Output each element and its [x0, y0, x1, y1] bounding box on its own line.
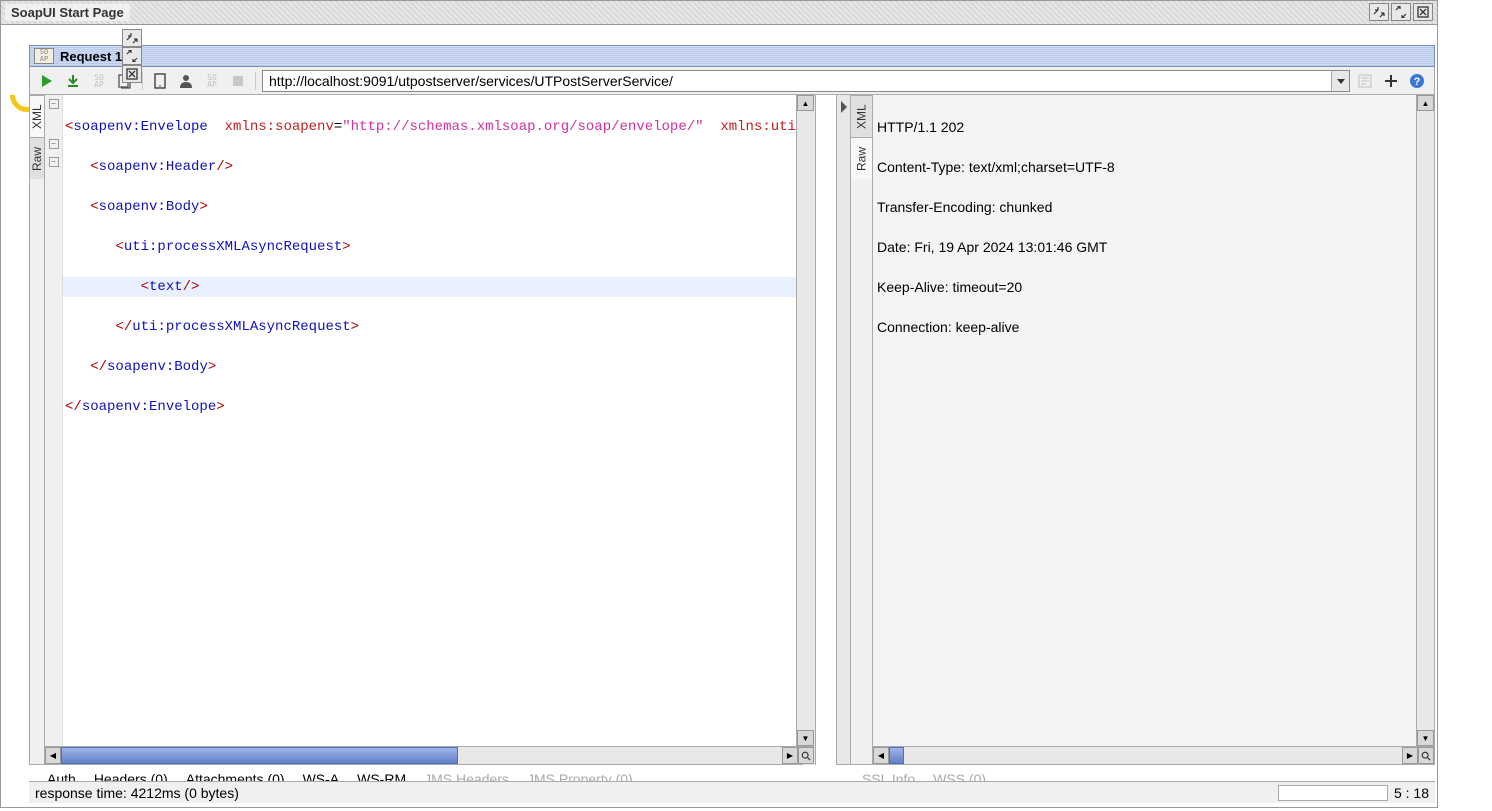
scroll-up-icon[interactable]: ▲: [1417, 95, 1434, 111]
scroll-right-icon[interactable]: ▶: [782, 747, 798, 764]
soap-config2-button[interactable]: SOAP: [201, 70, 223, 92]
scroll-right-icon[interactable]: ▶: [1402, 747, 1418, 764]
request-panel: SO AP Request 1 SOAP SOAP: [29, 45, 1435, 803]
scroll-left-icon[interactable]: ◀: [873, 747, 889, 764]
add-to-testcase-button[interactable]: [62, 70, 84, 92]
scroll-down-icon[interactable]: ▼: [797, 730, 814, 746]
user-icon[interactable]: [175, 70, 197, 92]
outer-frame: SoapUI Start Page SO AP Request 1 SOAP: [0, 0, 1438, 808]
fold-toggle[interactable]: −: [49, 99, 59, 109]
status-progress-box: [1278, 785, 1388, 801]
request-title-bar: SO AP Request 1: [29, 45, 1435, 67]
search-icon[interactable]: [798, 747, 814, 764]
response-raw-view[interactable]: HTTP/1.1 202 Content-Type: text/xml;char…: [873, 95, 1416, 746]
run-button[interactable]: [36, 70, 58, 92]
request-vscroll[interactable]: ▲ ▼: [796, 95, 814, 746]
hscroll-thumb[interactable]: [889, 747, 904, 764]
status-response-time: response time: 4212ms (0 bytes): [35, 785, 239, 801]
response-tab-xml[interactable]: XML: [851, 95, 872, 137]
fold-toggle[interactable]: −: [49, 157, 59, 167]
close-icon[interactable]: [1413, 3, 1433, 21]
response-pane: XML Raw HTTP/1.1 202 Content-Type: text/…: [836, 95, 1435, 765]
stop-button: [227, 70, 249, 92]
inner-close-icon[interactable]: [122, 65, 142, 83]
hscroll-thumb[interactable]: [61, 747, 458, 764]
svg-text:?: ?: [1414, 76, 1421, 88]
outer-title: SoapUI Start Page: [5, 4, 130, 21]
request-editor-pane: XML Raw − − − <soapenv:Envelope xmlns:so…: [29, 95, 802, 765]
response-vscroll[interactable]: ▲ ▼: [1416, 95, 1434, 746]
request-tab-raw[interactable]: Raw: [30, 137, 44, 179]
response-tab-raw[interactable]: Raw: [851, 137, 872, 179]
wsdl-icon[interactable]: [1354, 70, 1376, 92]
maximize-icon[interactable]: [1391, 3, 1411, 21]
help-icon[interactable]: ?: [1406, 70, 1428, 92]
scroll-left-icon[interactable]: ◀: [45, 747, 61, 764]
scroll-down-icon[interactable]: ▼: [1417, 730, 1434, 746]
collapse-right-handle[interactable]: [837, 95, 851, 764]
plus-icon[interactable]: [1380, 70, 1402, 92]
response-hscroll[interactable]: ◀ ▶: [873, 746, 1434, 764]
minimize-icon[interactable]: [1369, 3, 1389, 21]
search-icon[interactable]: [1418, 747, 1434, 764]
soap-icon: SO AP: [34, 48, 54, 64]
status-bar: response time: 4212ms (0 bytes) 5 : 18: [29, 781, 1435, 803]
url-field[interactable]: [262, 70, 1350, 92]
request-toolbar: SOAP SOAP ?: [29, 67, 1435, 95]
outer-title-bar: SoapUI Start Page: [1, 1, 1437, 25]
fold-toggle[interactable]: −: [49, 139, 59, 149]
soap-config-button[interactable]: SOAP: [88, 70, 110, 92]
scroll-up-icon[interactable]: ▲: [797, 95, 814, 111]
status-cursor-position: 5 : 18: [1394, 785, 1429, 801]
request-tab-xml[interactable]: XML: [30, 95, 44, 137]
inner-maximize-icon[interactable]: [122, 47, 142, 65]
request-title: Request 1: [60, 49, 122, 64]
inner-minimize-icon[interactable]: [122, 29, 142, 47]
fold-gutter: − − −: [45, 95, 63, 746]
tablet-icon[interactable]: [149, 70, 171, 92]
request-xml-editor[interactable]: <soapenv:Envelope xmlns:soapenv="http://…: [63, 95, 796, 746]
request-hscroll[interactable]: ◀ ▶: [45, 746, 814, 764]
url-dropdown-icon[interactable]: [1331, 71, 1349, 91]
url-input[interactable]: [263, 73, 1331, 89]
